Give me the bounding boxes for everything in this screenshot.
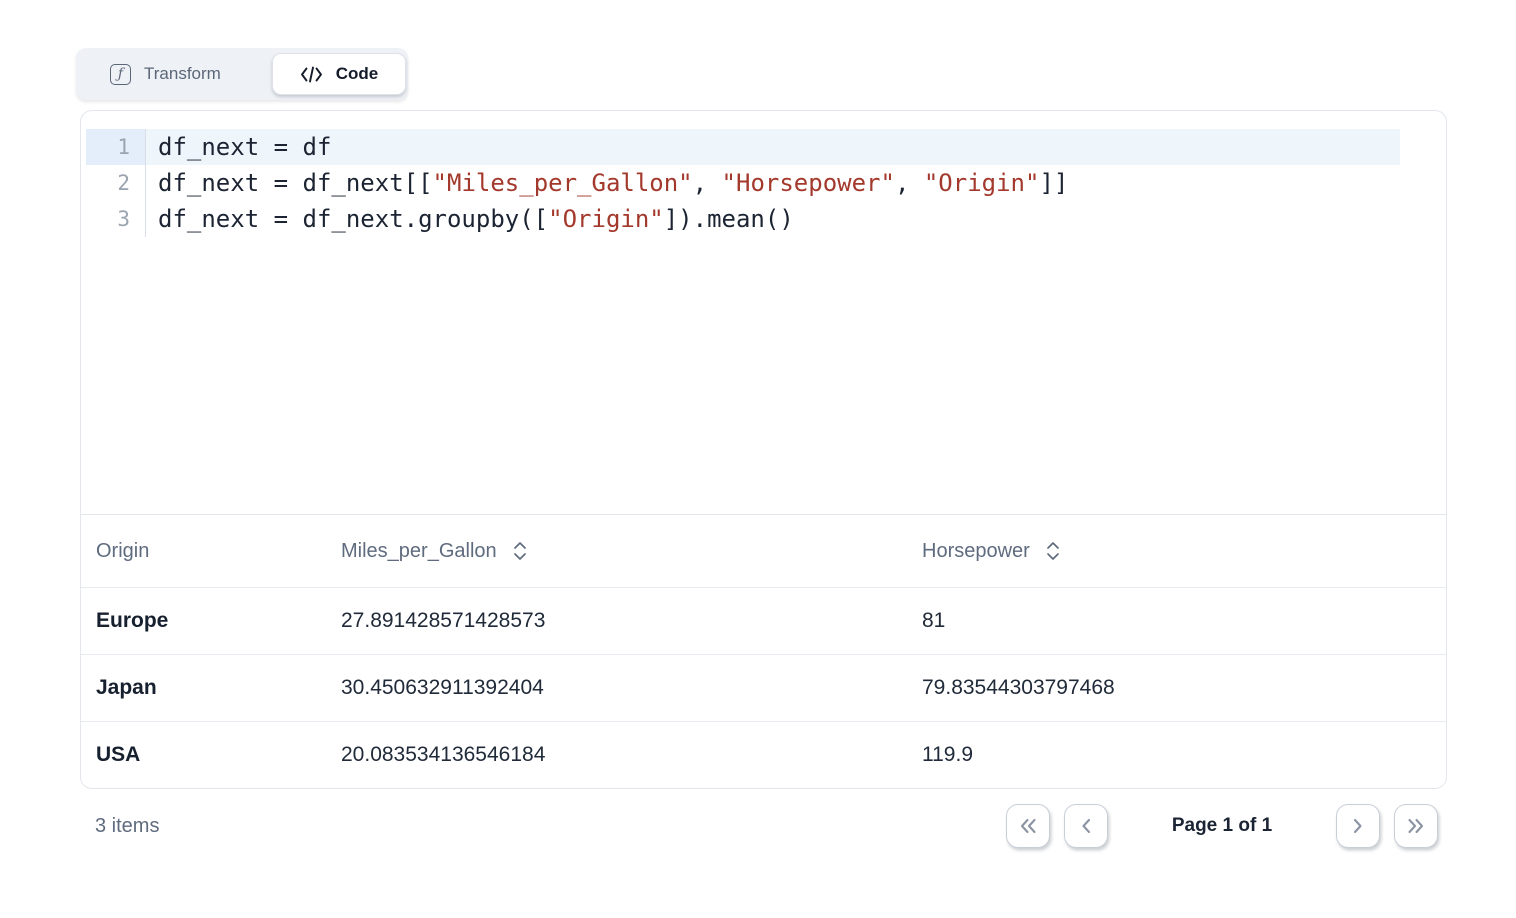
chevron-right-icon xyxy=(1351,818,1365,834)
code-line[interactable]: 2 df_next = df_next[["Miles_per_Gallon",… xyxy=(86,165,1400,201)
last-page-button[interactable] xyxy=(1394,804,1438,848)
code-line[interactable]: 1 df_next = df xyxy=(86,129,1400,165)
table-row: USA 20.083534136546184 119.9 xyxy=(81,721,1446,788)
tab-code-label: Code xyxy=(336,64,379,84)
cell-origin: USA xyxy=(81,743,326,767)
code-line[interactable]: 3 df_next = df_next.groupby(["Origin"]).… xyxy=(86,201,1400,237)
double-chevron-right-icon xyxy=(1406,818,1426,834)
code-editor[interactable]: 1 df_next = df 2 df_next = df_next[["Mil… xyxy=(81,111,1446,514)
items-count: 3 items xyxy=(80,815,159,838)
chevron-left-icon xyxy=(1079,818,1093,834)
sort-icon[interactable] xyxy=(513,540,527,562)
view-toggle: ƒ Transform Code xyxy=(76,48,408,100)
tab-transform[interactable]: ƒ Transform xyxy=(76,64,221,85)
table-row: Europe 27.891428571428573 81 xyxy=(81,587,1446,654)
column-header-miles-per-gallon[interactable]: Miles_per_Gallon xyxy=(326,540,907,563)
code-line-content: df_next = df_next[["Miles_per_Gallon", "… xyxy=(146,165,1068,201)
table-header: Origin Miles_per_Gallon Horsepower xyxy=(81,514,1446,587)
first-page-button[interactable] xyxy=(1006,804,1050,848)
double-chevron-left-icon xyxy=(1018,818,1038,834)
tab-code[interactable]: Code xyxy=(272,53,406,95)
previous-page-button[interactable] xyxy=(1064,804,1108,848)
line-number: 1 xyxy=(86,129,146,165)
cell-horsepower: 79.83544303797468 xyxy=(907,676,1446,700)
next-page-button[interactable] xyxy=(1336,804,1380,848)
line-number: 3 xyxy=(86,201,146,237)
code-icon xyxy=(300,66,323,83)
table-row: Japan 30.450632911392404 79.835443037974… xyxy=(81,654,1446,721)
code-line-content: df_next = df_next.groupby(["Origin"]).me… xyxy=(146,201,794,237)
cell-horsepower: 119.9 xyxy=(907,743,1446,767)
transform-card: 1 df_next = df 2 df_next = df_next[["Mil… xyxy=(80,110,1447,789)
page-indicator: Page 1 of 1 xyxy=(1122,815,1322,837)
table-footer: 3 items Page 1 of 1 xyxy=(80,803,1447,849)
function-icon: ƒ xyxy=(110,64,131,85)
code-line-content: df_next = df xyxy=(146,129,331,165)
sort-icon[interactable] xyxy=(1046,540,1060,562)
column-header-origin: Origin xyxy=(81,540,326,563)
line-number: 2 xyxy=(86,165,146,201)
tab-transform-label: Transform xyxy=(144,64,221,84)
column-header-horsepower[interactable]: Horsepower xyxy=(907,540,1446,563)
cell-miles-per-gallon: 27.891428571428573 xyxy=(326,609,907,633)
cell-horsepower: 81 xyxy=(907,609,1446,633)
cell-origin: Japan xyxy=(81,676,326,700)
cell-origin: Europe xyxy=(81,609,326,633)
cell-miles-per-gallon: 20.083534136546184 xyxy=(326,743,907,767)
cell-miles-per-gallon: 30.450632911392404 xyxy=(326,676,907,700)
pagination-controls: Page 1 of 1 xyxy=(1006,804,1447,848)
